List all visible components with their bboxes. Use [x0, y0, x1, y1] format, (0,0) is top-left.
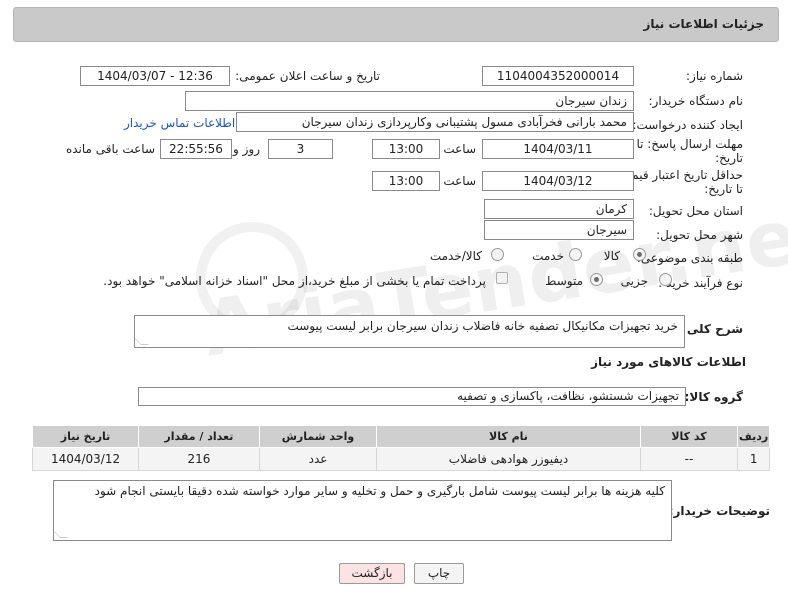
category-option-goods-service: کالا/خدمت — [429, 249, 482, 263]
goods-table-header: ردیف کد کالا نام کالا واحد شمارش تعداد /… — [31, 425, 770, 448]
goods-table: ردیف کد کالا نام کالا واحد شمارش تعداد /… — [31, 425, 770, 471]
deadline-time-label: ساعت — [443, 142, 476, 156]
deadline-time-field: 13:00 — [372, 139, 440, 159]
col-need-date: تاریخ نیاز — [31, 425, 140, 448]
process-option-minor: جزیی — [620, 274, 648, 288]
announce-label: تاریخ و ساعت اعلان عمومی: — [235, 69, 380, 83]
buyer-notes-label: توضیحات خریدار: — [668, 504, 770, 518]
process-radio-medium[interactable] — [590, 273, 603, 286]
need-number-label: شماره نیاز: — [686, 69, 743, 83]
city-field: سیرجان — [484, 220, 634, 240]
cell-need-date: 1404/03/12 — [31, 447, 140, 471]
city-label: شهر محل تحویل: — [656, 228, 743, 242]
deadline-label-line1: مهلت ارسال پاسخ: تا — [636, 137, 743, 151]
validity-label-line2: تا تاریخ: — [704, 182, 743, 196]
header-panel: جزئیات اطلاعات نیاز — [13, 7, 779, 42]
buyer-org-field: زندان سیرجان — [185, 91, 634, 111]
category-option-service: خدمت — [532, 249, 564, 263]
category-option-goods: کالا — [603, 249, 620, 263]
goods-group-field: تجهیزات شستشو، نظافت، پاکسازی و تصفیه — [138, 387, 686, 406]
category-radio-service[interactable] — [569, 248, 582, 261]
page-title: جزئیات اطلاعات نیاز — [643, 17, 764, 31]
announce-field: 1404/03/07 - 12:36 — [80, 66, 230, 86]
process-option-medium: متوسط — [545, 274, 583, 288]
days-label: روز و — [233, 142, 260, 156]
remaining-time-field: 22:55:56 — [160, 139, 232, 159]
validity-label-line1: حداقل تاریخ اعتبار قیمت: — [616, 168, 743, 182]
province-field: کرمان — [484, 199, 634, 219]
resize-grip[interactable] — [52, 530, 68, 538]
validity-time-label: ساعت — [443, 174, 476, 188]
validity-time-field: 13:00 — [372, 171, 440, 191]
summary-text: خرید تجهیزات مکانیکال تصفیه خانه فاضلاب … — [287, 319, 678, 333]
col-quantity: تعداد / مقدار — [138, 425, 260, 448]
goods-group-label: گروه کالا: — [684, 390, 743, 404]
buyer-notes-textarea[interactable]: کلیه هزینه ها برابر لیست پیوست شامل بارگ… — [52, 480, 672, 541]
validity-date-field: 1404/03/12 — [482, 171, 634, 191]
col-unit: واحد شمارش — [258, 425, 378, 448]
back-button[interactable]: بازگشت — [339, 563, 405, 584]
deadline-label-line2: تاریخ: — [715, 151, 743, 165]
category-label: طبقه بندی موضوعی: — [636, 251, 743, 265]
remaining-label: ساعت باقی مانده — [65, 142, 155, 156]
creator-label: ایجاد کننده درخواست: — [632, 118, 743, 132]
category-radio-goods[interactable] — [633, 248, 646, 261]
treasury-payment-checkbox[interactable] — [496, 272, 508, 284]
category-radio-goods-service[interactable] — [491, 248, 504, 261]
cell-item-code: -- — [639, 447, 739, 471]
buyer-org-label: نام دستگاه خریدار: — [648, 94, 744, 108]
treasury-payment-note: پرداخت تمام یا بخشی از مبلغ خرید،از محل … — [103, 274, 486, 288]
summary-textarea[interactable]: خرید تجهیزات مکانیکال تصفیه خانه فاضلاب … — [133, 315, 685, 348]
print-button[interactable]: چاپ — [414, 563, 464, 584]
process-radio-minor[interactable] — [659, 273, 672, 286]
resize-grip[interactable] — [133, 337, 149, 345]
col-row-number: ردیف — [737, 425, 770, 448]
cell-unit: عدد — [258, 447, 378, 471]
cell-row-number: 1 — [737, 447, 770, 471]
deadline-date-field: 1404/03/11 — [482, 139, 634, 159]
cell-item-name: دیفیوزر هوادهی فاضلاب — [376, 447, 641, 471]
need-number-field: 1104004352000014 — [482, 66, 634, 86]
col-item-name: نام کالا — [376, 425, 641, 448]
goods-section-title: اطلاعات کالاهای مورد نیاز — [591, 355, 746, 369]
buyer-notes-text: کلیه هزینه ها برابر لیست پیوست شامل بارگ… — [94, 484, 665, 498]
days-count-field: 3 — [268, 139, 333, 159]
province-label: استان محل تحویل: — [648, 204, 743, 218]
contact-info-link[interactable]: اطلاعات تماس خریدار — [124, 116, 235, 130]
cell-quantity: 216 — [138, 447, 260, 471]
creator-field: محمد بارانی فخرآبادی مسول پشتیبانی وکارپ… — [236, 112, 634, 132]
table-row: 1 -- دیفیوزر هوادهی فاضلاب عدد 216 1404/… — [31, 447, 770, 471]
col-item-code: کد کالا — [639, 425, 739, 448]
